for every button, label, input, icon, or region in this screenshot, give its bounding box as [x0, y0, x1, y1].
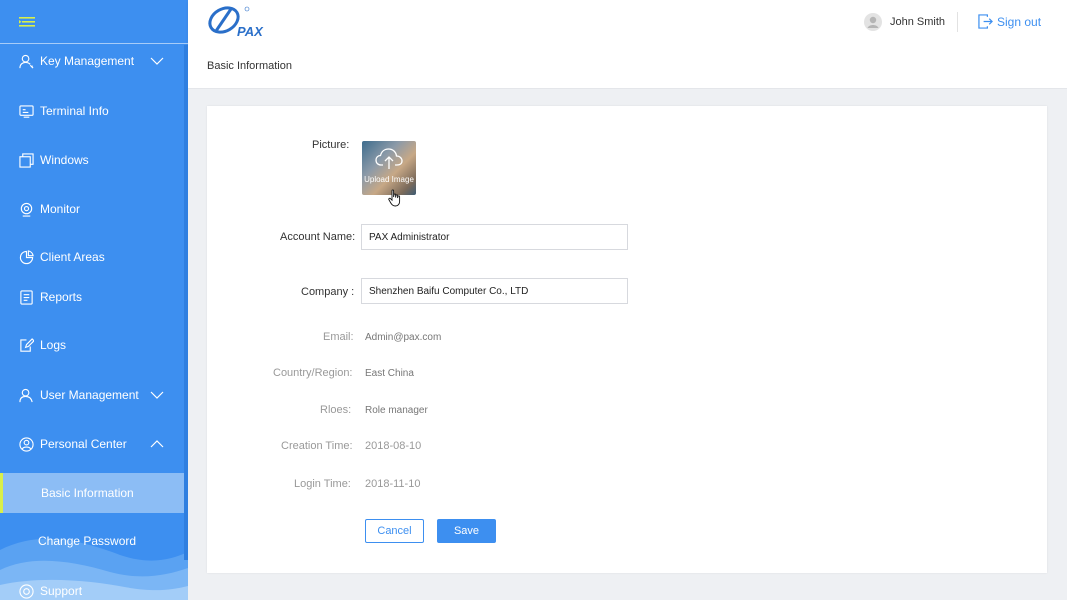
- menu-toggle-icon[interactable]: [19, 16, 35, 28]
- cancel-button[interactable]: Cancel: [365, 519, 424, 543]
- sidebar-item-support[interactable]: Support: [0, 571, 184, 600]
- document-icon: [20, 289, 33, 305]
- country-region-label: Country/Region:: [273, 367, 353, 379]
- avatar-icon[interactable]: [864, 13, 882, 31]
- sidebar-topbar: [0, 0, 188, 44]
- upload-image-button[interactable]: Upload Image: [362, 141, 416, 195]
- sidebar-subitem-label: Basic Information: [41, 486, 134, 500]
- email-value: Admin@pax.com: [365, 332, 442, 343]
- sidebar-item-label: Monitor: [40, 202, 81, 216]
- sidebar-subitem-basic-information[interactable]: Basic Information: [0, 473, 184, 513]
- sign-out-button[interactable]: Sign out: [978, 14, 1041, 29]
- sidebar: Key Management Terminal Info Windows Mon…: [0, 0, 188, 600]
- sidebar-item-personal-center[interactable]: Personal Center: [0, 424, 184, 464]
- sidebar-item-key-management[interactable]: Key Management: [0, 41, 184, 81]
- account-name-input[interactable]: [361, 224, 628, 250]
- sidebar-subitem-change-password[interactable]: Change Password: [0, 521, 184, 561]
- sidebar-item-client-areas[interactable]: Client Areas: [0, 237, 184, 277]
- sidebar-item-label: Logs: [40, 338, 67, 352]
- sidebar-subitem-label: Change Password: [38, 534, 137, 548]
- key-icon: [19, 54, 34, 68]
- cloud-upload-icon: [375, 148, 403, 169]
- terminal-icon: [19, 104, 34, 118]
- account-name-label: Account Name:: [280, 231, 356, 243]
- sidebar-item-label: Personal Center: [40, 437, 127, 451]
- sidebar-item-label: User Management: [40, 388, 139, 402]
- roles-label: Rloes:: [320, 404, 352, 416]
- creation-time-label: Creation Time:: [281, 440, 353, 452]
- sidebar-item-user-management[interactable]: User Management: [0, 375, 184, 415]
- creation-time-value: 2018-08-10: [365, 440, 422, 452]
- sidebar-item-logs[interactable]: Logs: [0, 325, 184, 365]
- chevron-up-icon: [150, 440, 164, 448]
- hand-cursor-icon: [388, 189, 401, 207]
- sidebar-item-label: Terminal Info: [40, 104, 109, 118]
- sidebar-item-monitor[interactable]: Monitor: [0, 189, 184, 229]
- windows-icon: [19, 152, 34, 168]
- company-label: Company :: [301, 286, 355, 298]
- user-circle-icon: [19, 436, 34, 452]
- sidebar-item-label: Support: [40, 584, 83, 598]
- country-region-value: East China: [365, 368, 414, 379]
- login-time-value: 2018-11-10: [365, 478, 421, 490]
- sidebar-item-windows[interactable]: Windows: [0, 140, 184, 180]
- sign-out-icon: [978, 14, 993, 29]
- sign-out-label: Sign out: [997, 14, 1042, 29]
- upload-image-label: Upload Image: [364, 175, 414, 184]
- chevron-down-icon: [150, 57, 164, 65]
- edit-icon: [20, 337, 34, 352]
- sidebar-item-label: Key Management: [40, 54, 135, 68]
- top-header: PAX John Smith Sign out: [188, 0, 1067, 45]
- save-button[interactable]: Save: [437, 519, 496, 543]
- breadcrumb: Basic Information: [188, 45, 1067, 89]
- sidebar-item-reports[interactable]: Reports: [0, 277, 184, 317]
- sidebar-item-label: Windows: [40, 153, 89, 167]
- user-icon: [19, 388, 33, 402]
- picture-label: Picture:: [312, 139, 350, 151]
- header-divider: [957, 12, 958, 32]
- sidebar-item-label: Client Areas: [40, 250, 105, 264]
- monitor-icon: [20, 202, 33, 217]
- roles-value: Role manager: [365, 405, 428, 416]
- chevron-down-icon: [150, 391, 164, 399]
- login-time-label: Login Time:: [294, 478, 351, 490]
- basic-info-card: Picture: Upload Image Account Name: Comp…: [207, 106, 1047, 573]
- sidebar-scrollbar[interactable]: [184, 45, 188, 560]
- logo-text: PAX: [237, 24, 264, 39]
- sidebar-item-label: Reports: [40, 290, 83, 304]
- user-name[interactable]: John Smith: [890, 16, 945, 28]
- page-title: Basic Information: [207, 60, 292, 72]
- pax-logo: PAX: [208, 6, 264, 39]
- support-icon: [19, 583, 34, 599]
- company-input[interactable]: [361, 278, 628, 304]
- email-label: Email:: [323, 331, 354, 343]
- sidebar-item-terminal-info[interactable]: Terminal Info: [0, 91, 184, 131]
- pie-chart-icon: [19, 249, 34, 264]
